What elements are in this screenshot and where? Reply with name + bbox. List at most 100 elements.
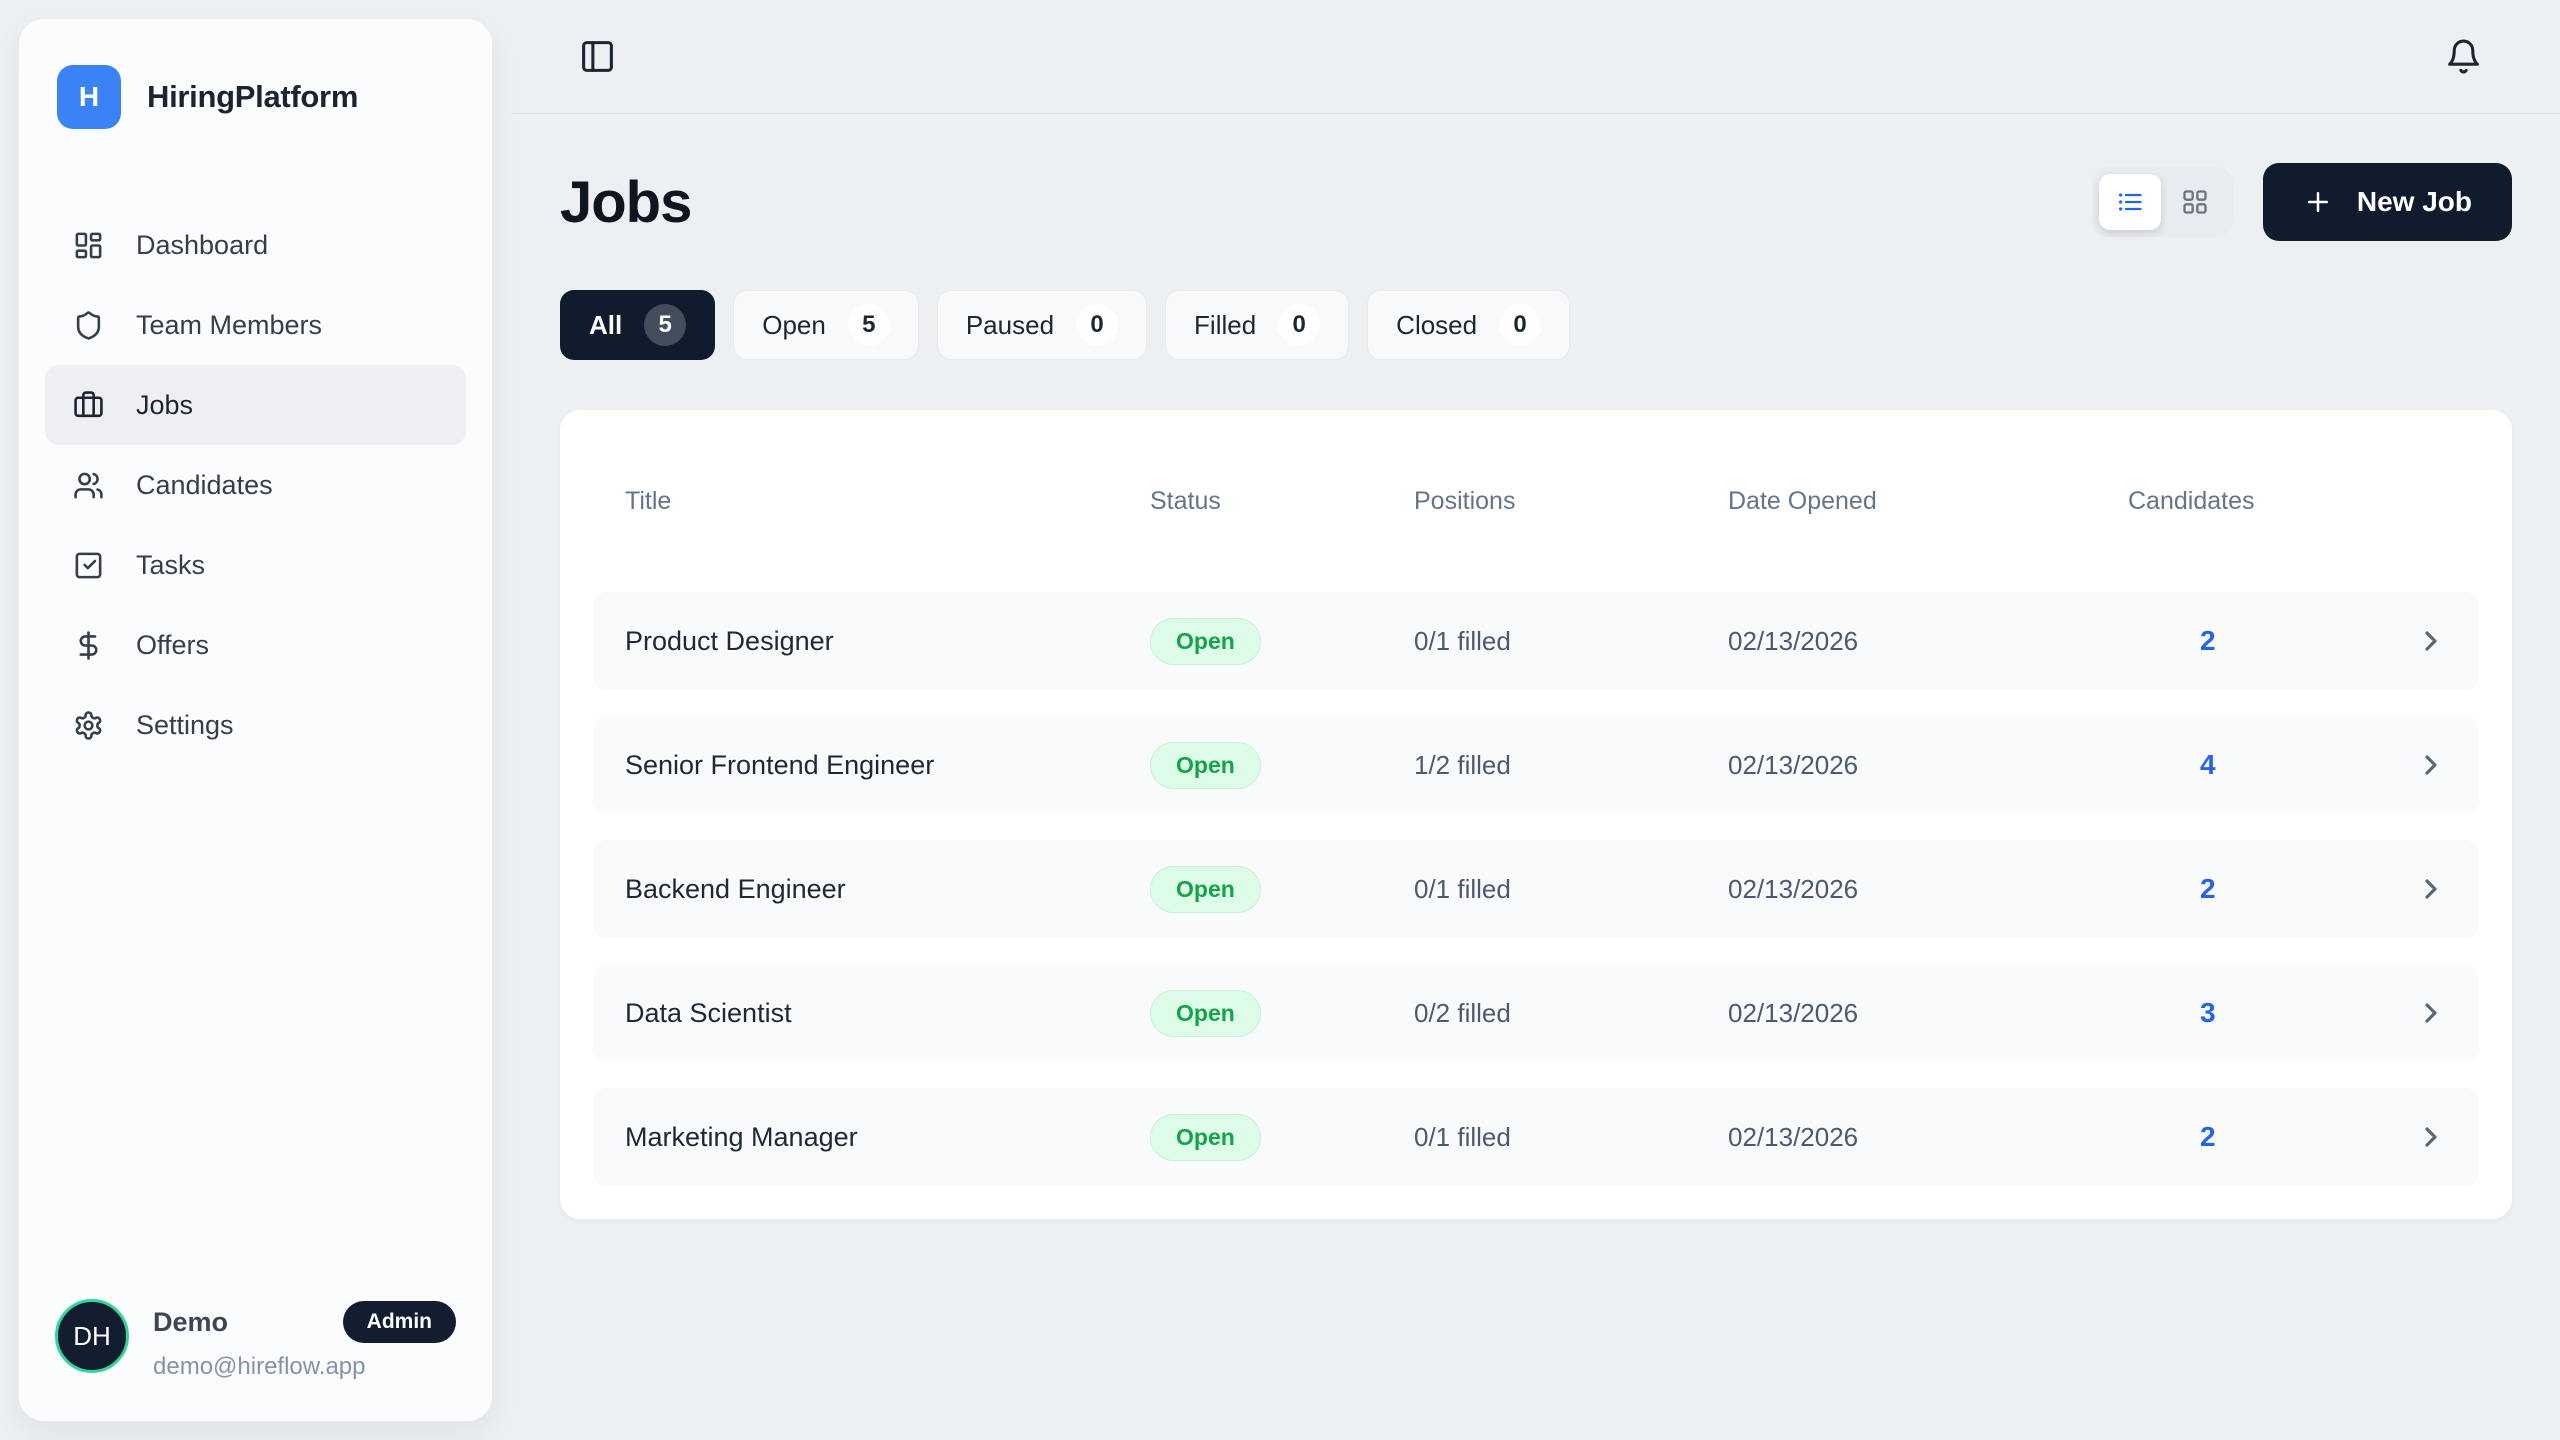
job-title: Product Designer bbox=[625, 626, 1150, 657]
view-toggle bbox=[2092, 167, 2233, 237]
sidebar-item-jobs[interactable]: Jobs bbox=[45, 365, 466, 445]
square-check-icon bbox=[73, 550, 104, 581]
date-opened: 02/13/2026 bbox=[1728, 626, 2128, 657]
table-body: Product DesignerOpen0/1 filled02/13/2026… bbox=[593, 592, 2479, 1186]
sidebar-item-dashboard[interactable]: Dashboard bbox=[45, 205, 466, 285]
job-status-cell: Open bbox=[1150, 618, 1414, 665]
filter-label: Filled bbox=[1194, 310, 1256, 341]
notifications-button[interactable] bbox=[2437, 30, 2490, 83]
user-profile[interactable]: DH Demo Admin demo@hireflow.app bbox=[55, 1299, 456, 1381]
chevron-right-icon[interactable] bbox=[2415, 873, 2447, 905]
filter-label: Paused bbox=[966, 310, 1054, 341]
filter-tab-all[interactable]: All5 bbox=[560, 290, 715, 360]
sidebar-nav: Dashboard Team Members Jobs Candidates Tasks… bbox=[19, 205, 492, 765]
app-logo-icon: H bbox=[57, 65, 121, 129]
date-opened: 02/13/2026 bbox=[1728, 750, 2128, 781]
column-header-status: Status bbox=[1150, 487, 1414, 516]
panel-left-icon bbox=[579, 38, 616, 75]
sidebar-item-tasks[interactable]: Tasks bbox=[45, 525, 466, 605]
list-icon bbox=[2116, 188, 2144, 216]
sidebar-item-settings[interactable]: Settings bbox=[45, 685, 466, 765]
new-job-label: New Job bbox=[2357, 186, 2472, 218]
candidates-count-link[interactable]: 2 bbox=[2128, 1121, 2368, 1153]
filter-label: Closed bbox=[1396, 310, 1477, 341]
date-opened: 02/13/2026 bbox=[1728, 998, 2128, 1029]
sidebar-item-team-members[interactable]: Team Members bbox=[45, 285, 466, 365]
job-title: Data Scientist bbox=[625, 998, 1150, 1029]
sidebar: H HiringPlatform Dashboard Team Members Jo… bbox=[18, 18, 493, 1422]
sidebar-item-label: Tasks bbox=[136, 550, 205, 581]
positions-filled: 0/1 filled bbox=[1414, 1122, 1728, 1153]
list-view-button[interactable] bbox=[2099, 174, 2161, 230]
column-header-positions: Positions bbox=[1414, 487, 1728, 516]
sidebar-item-label: Offers bbox=[136, 630, 209, 661]
sidebar-item-candidates[interactable]: Candidates bbox=[45, 445, 466, 525]
table-row[interactable]: Senior Frontend EngineerOpen 1/2 filled02… bbox=[593, 716, 2479, 814]
new-job-button[interactable]: New Job bbox=[2263, 163, 2512, 241]
avatar: DH bbox=[55, 1299, 129, 1373]
sidebar-item-label: Candidates bbox=[136, 470, 273, 501]
sidebar-item-label: Team Members bbox=[136, 310, 322, 341]
filter-tab-open[interactable]: Open5 bbox=[733, 290, 919, 360]
user-info: Demo Admin demo@hireflow.app bbox=[153, 1299, 456, 1381]
page-title: Jobs bbox=[560, 169, 691, 236]
table-row[interactable]: Marketing ManagerOpen0/1 filled02/13/202… bbox=[593, 1088, 2479, 1186]
date-opened: 02/13/2026 bbox=[1728, 1122, 2128, 1153]
dashboard-icon bbox=[73, 230, 104, 261]
candidates-count-link[interactable]: 2 bbox=[2128, 873, 2368, 905]
app-name: HiringPlatform bbox=[147, 79, 358, 115]
status-badge: Open bbox=[1150, 742, 1261, 789]
job-status-cell: Open bbox=[1150, 742, 1414, 789]
job-status-cell: Open bbox=[1150, 990, 1414, 1037]
job-title: Backend Engineer bbox=[625, 874, 1150, 905]
column-header-date: Date Opened bbox=[1728, 487, 2128, 516]
status-badge: Open bbox=[1150, 618, 1261, 665]
sidebar-item-offers[interactable]: Offers bbox=[45, 605, 466, 685]
sidebar-item-label: Dashboard bbox=[136, 230, 268, 261]
app-logo: H HiringPlatform bbox=[19, 19, 492, 129]
sidebar-item-label: Settings bbox=[136, 710, 234, 741]
candidates-count-link[interactable]: 2 bbox=[2128, 625, 2368, 657]
job-status-cell: Open bbox=[1150, 1114, 1414, 1161]
candidates-count-link[interactable]: 4 bbox=[2128, 749, 2368, 781]
chevron-right-icon[interactable] bbox=[2415, 749, 2447, 781]
grid-view-button[interactable] bbox=[2164, 174, 2226, 230]
topbar bbox=[511, 0, 2560, 114]
column-header-title: Title bbox=[625, 487, 1150, 516]
status-filter-tabs: All5 Open5 Paused 0 Filled 0 Closed 0 bbox=[560, 290, 2512, 360]
date-opened: 02/13/2026 bbox=[1728, 874, 2128, 905]
filter-count-badge: 0 bbox=[1278, 304, 1320, 346]
table-row[interactable]: Backend EngineerOpen0/1 filled02/13/2026… bbox=[593, 840, 2479, 938]
chevron-right-icon[interactable] bbox=[2415, 1121, 2447, 1153]
chevron-right-icon[interactable] bbox=[2415, 997, 2447, 1029]
filter-count-badge: 5 bbox=[644, 304, 686, 346]
job-title: Senior Frontend Engineer bbox=[625, 750, 1150, 781]
briefcase-icon bbox=[73, 390, 104, 421]
content: Jobs bbox=[511, 114, 2560, 1219]
page-header: Jobs bbox=[560, 162, 2512, 242]
candidates-count-link[interactable]: 3 bbox=[2128, 997, 2368, 1029]
filter-count-badge: 0 bbox=[1499, 304, 1541, 346]
shield-icon bbox=[73, 310, 104, 341]
filter-count-badge: 5 bbox=[848, 304, 890, 346]
chevron-right-icon[interactable] bbox=[2415, 625, 2447, 657]
filter-tab-closed[interactable]: Closed 0 bbox=[1367, 290, 1570, 360]
role-badge: Admin bbox=[343, 1301, 456, 1343]
user-name: Demo bbox=[153, 1307, 228, 1338]
sidebar-toggle-button[interactable] bbox=[571, 30, 624, 83]
users-icon bbox=[73, 470, 104, 501]
table-row[interactable]: Data ScientistOpen 0/2 filled02/13/20263 bbox=[593, 964, 2479, 1062]
positions-filled: 1/2 filled bbox=[1414, 750, 1728, 781]
jobs-table: Title Status Positions Date Opened Candi… bbox=[560, 410, 2512, 1219]
status-badge: Open bbox=[1150, 990, 1261, 1037]
table-row[interactable]: Product DesignerOpen0/1 filled02/13/2026… bbox=[593, 592, 2479, 690]
plus-icon bbox=[2303, 187, 2333, 217]
filter-tab-filled[interactable]: Filled 0 bbox=[1165, 290, 1349, 360]
column-header-candidates: Candidates bbox=[2128, 487, 2368, 516]
job-status-cell: Open bbox=[1150, 866, 1414, 913]
filter-count-badge: 0 bbox=[1076, 304, 1118, 346]
positions-filled: 0/2 filled bbox=[1414, 998, 1728, 1029]
gear-icon bbox=[73, 710, 104, 741]
header-actions: New Job bbox=[2092, 163, 2512, 241]
filter-tab-paused[interactable]: Paused 0 bbox=[937, 290, 1147, 360]
